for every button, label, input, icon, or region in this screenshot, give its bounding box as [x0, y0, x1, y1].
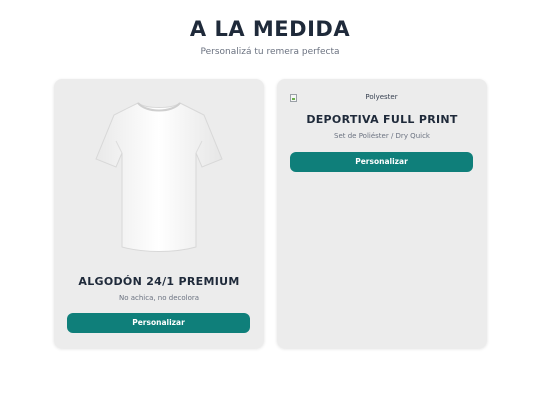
product-card-deportiva: Polyester DEPORTIVA FULL PRINT Set de Po…: [277, 79, 487, 348]
card-title: ALGODÓN 24/1 PREMIUM: [78, 275, 240, 288]
customize-button[interactable]: Personalizar: [67, 313, 250, 333]
card-subtitle: No achica, no decolora: [118, 294, 200, 302]
page-title: A LA MEDIDA: [189, 17, 351, 41]
card-subtitle: Set de Poliéster / Dry Quick: [334, 132, 430, 140]
card-title: DEPORTIVA FULL PRINT: [306, 113, 458, 126]
tshirt-image: [95, 102, 223, 252]
product-image: Polyester: [290, 93, 473, 105]
customize-button[interactable]: Personalizar: [290, 152, 473, 172]
product-card-algodon: ALGODÓN 24/1 PREMIUM No achica, no decol…: [54, 79, 264, 348]
image-alt-text: Polyester: [365, 93, 398, 101]
page-subtitle: Personalizá tu remera perfecta: [200, 47, 340, 57]
